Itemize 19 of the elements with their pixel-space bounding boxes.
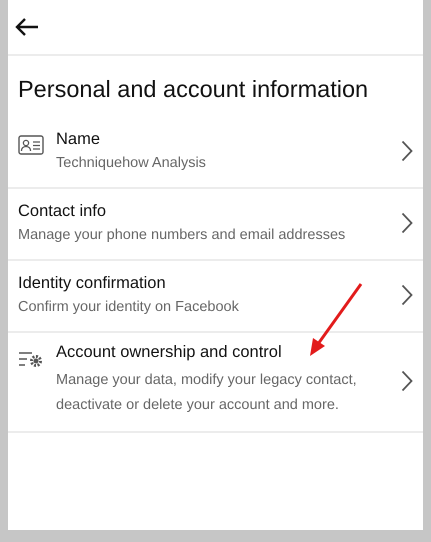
row-description: Techniquehow Analysis: [56, 154, 207, 172]
id-card-icon: [18, 135, 44, 155]
page-title: Personal and account information: [17, 75, 370, 104]
back-icon[interactable]: [14, 17, 40, 37]
settings-row[interactable]: Contact info Manage your phone numbers and email addresses: [8, 189, 423, 261]
chevron-right-icon: [401, 140, 413, 162]
row-title: Contact info: [18, 202, 108, 221]
chevron-right-icon: [401, 370, 413, 392]
row-description: Confirm your identity on Facebook: [18, 298, 240, 316]
row-title: Identity confirmation: [18, 274, 167, 293]
row-description: Manage your phone numbers and email addresses: [18, 226, 346, 244]
row-title: Name: [56, 130, 102, 149]
row-description: Manage your data, modify your legacy contact, deactivate or delete your account and more.: [56, 371, 358, 416]
row-title: Account ownership and control: [56, 343, 283, 362]
settings-row[interactable]: Name Techniquehow Analysis: [8, 117, 423, 189]
list-gear-icon: [18, 351, 44, 369]
chevron-right-icon: [401, 212, 413, 234]
chevron-right-icon: [401, 284, 413, 306]
settings-row[interactable]: Identity confirmation Confirm your identity on Facebook: [8, 261, 423, 333]
